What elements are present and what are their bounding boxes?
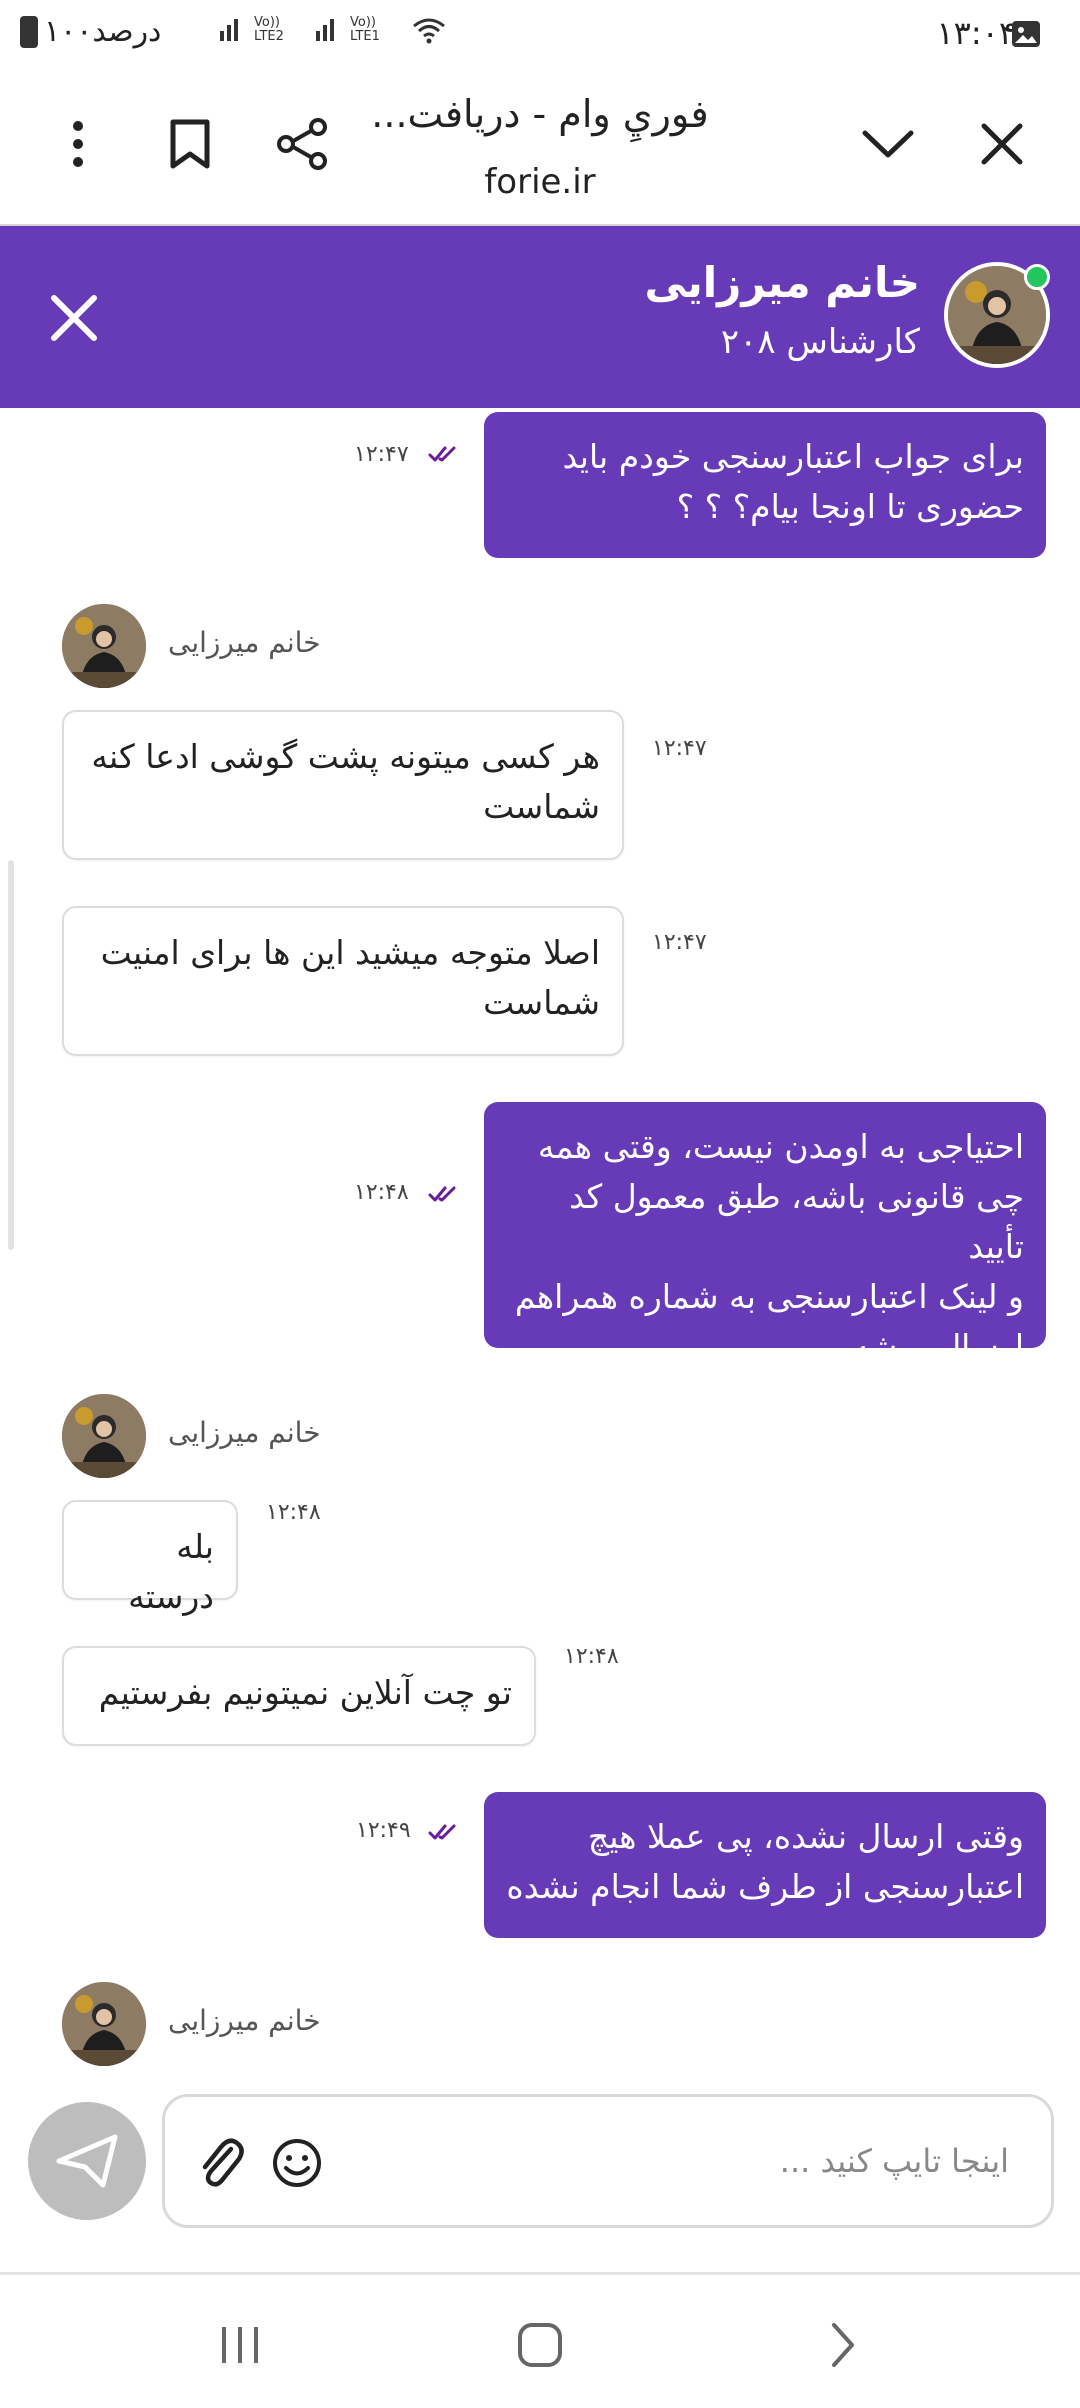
message-composer — [162, 2094, 1054, 2228]
send-button[interactable] — [28, 2102, 146, 2220]
signal-icon — [316, 19, 334, 41]
read-ticks-icon — [428, 1186, 456, 1202]
message-line: حضوری تا اونجا بیام؟ ؟ ؟ — [676, 487, 1024, 526]
recents-icon[interactable] — [205, 2315, 275, 2375]
network-label: Vo)) LTE2 — [254, 15, 284, 44]
message-time: ۱۲:۴۸ — [266, 1500, 321, 1525]
read-ticks-icon — [428, 1824, 456, 1840]
back-icon[interactable] — [808, 2315, 878, 2375]
message-line: و لینک اعتبارسنجی به شماره همراهم — [514, 1277, 1024, 1316]
message-bubble-outgoing: احتیاجی به اومدن نیست، وقتی همه چی قانون… — [484, 1102, 1046, 1366]
battery-text: ۱۰۰درصد — [44, 14, 162, 49]
message-line: شماست — [483, 787, 600, 826]
emoji-icon[interactable] — [267, 2133, 327, 2193]
message-time: ۱۲:۴۸ — [564, 1644, 619, 1669]
message-line: ارسال میشه — [851, 1327, 1024, 1366]
message-bubble-outgoing: برای جواب اعتبارسنجی خودم باید حضوری تا … — [484, 412, 1046, 558]
signal-icon — [220, 19, 238, 41]
home-icon[interactable] — [505, 2315, 575, 2375]
message-bubble-incoming: تو چت آنلاین نمیتونیم بفرستیم — [62, 1646, 536, 1746]
status-bar: ۱۰۰درصد Vo)) LTE2 Vo)) LTE1 ۱۳:۰۴ — [0, 0, 1080, 72]
message-line: هر کسی میتونه پشت گوشی ادعا کنه — [91, 737, 600, 776]
message-bubble-incoming: اصلا متوجه میشید این ها برای امنیت شماست — [62, 906, 624, 1056]
send-icon — [56, 2134, 118, 2188]
network-indicators: Vo)) LTE2 Vo)) LTE1 — [220, 16, 446, 44]
sender-name: خانم میرزایی — [168, 2004, 321, 2037]
attach-icon[interactable] — [191, 2133, 251, 2193]
message-line: اصلا متوجه میشید این ها برای امنیت — [100, 933, 600, 972]
browser-toolbar: فوريِ وام - دريافت... forie.ir — [0, 72, 1080, 227]
system-nav-bar — [0, 2275, 1080, 2408]
message-time: ۱۲:۴۹ — [356, 1818, 411, 1843]
chat-header: خانم میرزایی کارشناس ۲۰۸ — [0, 226, 1080, 408]
message-line: بله درسته — [128, 1527, 214, 1616]
message-line: چی قانونی باشه، طبق معمول کد تأیید — [569, 1177, 1024, 1266]
message-time: ۱۲:۴۸ — [354, 1180, 409, 1205]
battery-icon — [20, 15, 38, 48]
message-bubble-outgoing: وقتی ارسال نشده، پی عملا هیچ اعتبارسنجی … — [484, 1792, 1046, 1938]
message-line: وقتی ارسال نشده، پی عملا هیچ — [587, 1817, 1024, 1856]
scrollbar[interactable] — [8, 860, 14, 1250]
message-time: ۱۲:۴۷ — [652, 930, 707, 955]
network-label: Vo)) LTE1 — [350, 15, 380, 44]
message-time: ۱۲:۴۷ — [652, 736, 707, 761]
page-url[interactable]: forie.ir — [0, 162, 1080, 202]
image-notification-icon — [1012, 21, 1040, 47]
message-bubble-incoming: هر کسی میتونه پشت گوشی ادعا کنه شماست — [62, 710, 624, 860]
message-line: احتیاجی به اومدن نیست، وقتی همه — [537, 1127, 1024, 1166]
message-input[interactable] — [447, 2127, 1011, 2195]
close-chat-icon[interactable] — [44, 288, 104, 348]
sender-avatar — [62, 1394, 146, 1478]
chevron-down-icon[interactable] — [858, 114, 918, 174]
read-ticks-icon — [428, 446, 456, 462]
message-line: تو چت آنلاین نمیتونیم بفرستیم — [98, 1673, 512, 1712]
close-icon[interactable] — [972, 114, 1032, 174]
online-status-dot — [1024, 264, 1050, 290]
battery-indicator: ۱۰۰درصد — [20, 14, 161, 49]
sender-name: خانم میرزایی — [168, 1416, 321, 1449]
sender-avatar — [62, 604, 146, 688]
agent-role: کارشناس ۲۰۸ — [720, 322, 920, 362]
message-line: برای جواب اعتبارسنجی خودم باید — [562, 437, 1024, 476]
message-time: ۱۲:۴۷ — [354, 442, 409, 467]
agent-name: خانم میرزایی — [644, 258, 920, 307]
wifi-icon — [413, 18, 445, 44]
message-bubble-incoming: بله درسته — [62, 1500, 238, 1616]
sender-avatar — [62, 1982, 146, 2066]
clock: ۱۳:۰۴ — [936, 14, 1016, 52]
page-title: فوريِ وام - دريافت... — [371, 92, 709, 136]
sender-name: خانم میرزایی — [168, 626, 321, 659]
message-line: اعتبارسنجی از طرف شما انجام نشده — [506, 1867, 1024, 1906]
message-line: شماست — [483, 983, 600, 1022]
